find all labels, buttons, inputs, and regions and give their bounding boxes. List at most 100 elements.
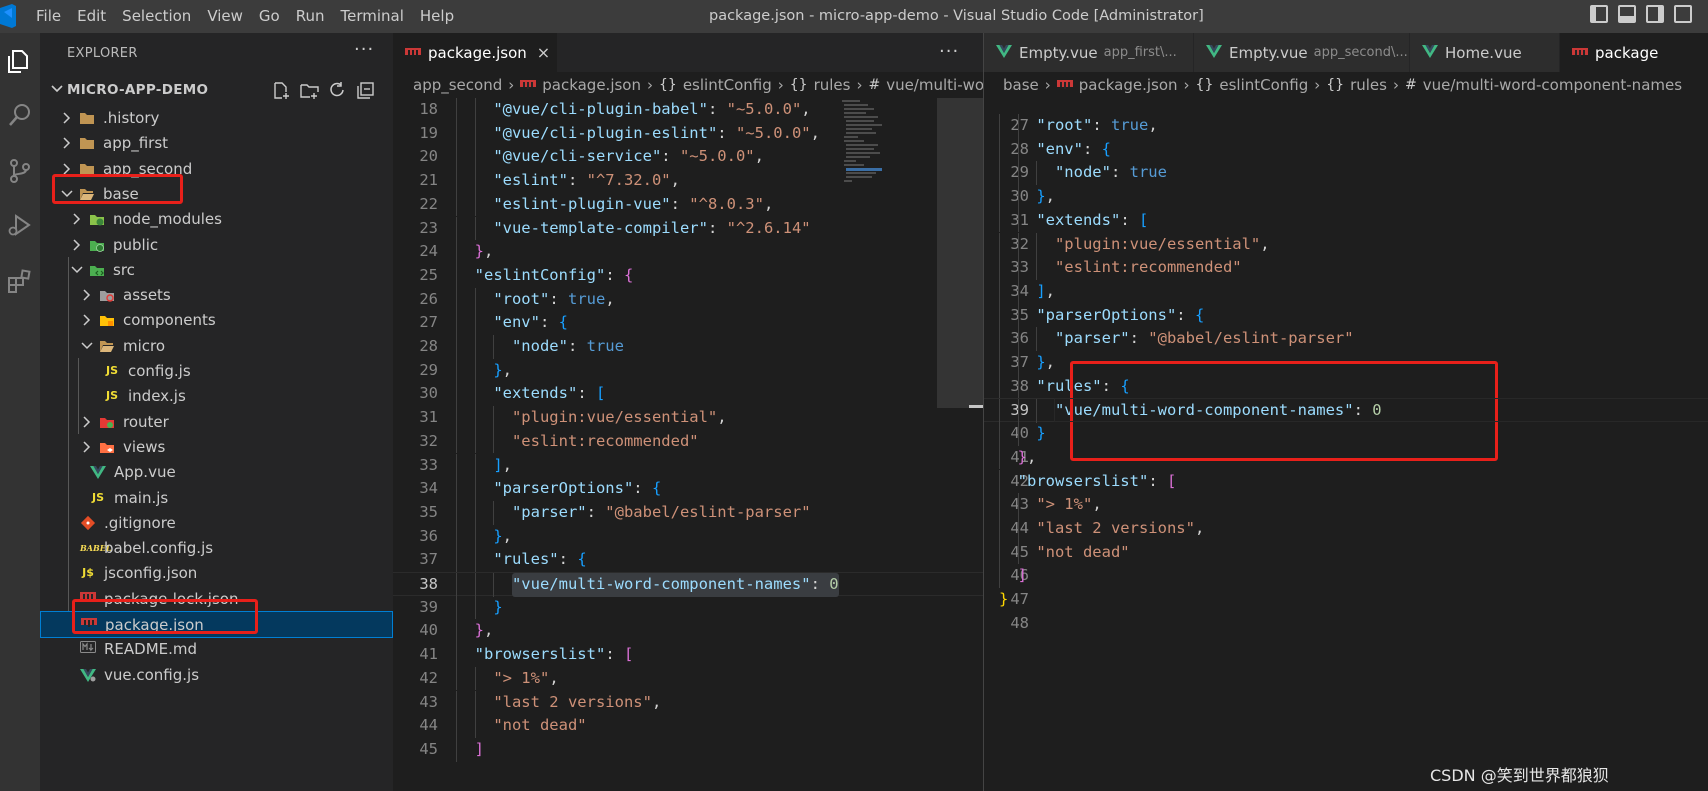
run-debug-icon[interactable]	[0, 205, 40, 245]
breadcrumb-item[interactable]: {} rules	[790, 76, 851, 94]
code-line[interactable]: 27 "root": true,	[984, 114, 1708, 138]
tree-file[interactable]: App.vue	[40, 459, 393, 486]
tree-file[interactable]: JS index.js	[40, 383, 393, 410]
breadcrumb-item[interactable]: package.json	[1056, 76, 1178, 94]
workspace-root[interactable]: MICRO-APP-DEMO	[40, 78, 393, 104]
tab-package-json[interactable]: package.json ×	[393, 33, 557, 72]
breadcrumb-item[interactable]: # vue/multi-word-component-names	[1405, 76, 1682, 94]
code-line[interactable]: 42 "browserslist": [	[984, 469, 1708, 494]
tab-empty-vue[interactable]: Empty.vue app_first\...	[984, 33, 1194, 72]
code-line[interactable]: 40}	[984, 422, 1708, 446]
tree-folder[interactable]: app_first	[40, 130, 393, 157]
code-editor-right[interactable]: 27 "root": true, 28 "env": {29 "node": true 3…	[984, 114, 1708, 791]
code-line[interactable]: 29 "node": true	[984, 161, 1708, 186]
breadcrumb-item[interactable]: # vue/multi-wo	[868, 76, 983, 94]
new-folder-icon[interactable]	[300, 81, 319, 100]
menu-help[interactable]: Help	[412, 0, 462, 33]
tab-home-vue[interactable]: Home.vue	[1410, 33, 1560, 72]
tree-file[interactable]: README.md	[40, 636, 393, 663]
breadcrumb-item[interactable]: package.json	[520, 76, 641, 94]
tree-file[interactable]: package-lock.json	[40, 586, 393, 613]
tree-file[interactable]: package.json	[40, 611, 393, 638]
code-line[interactable]: 48	[984, 612, 1708, 636]
source-control-icon[interactable]	[0, 151, 40, 191]
tree-file[interactable]: vue.config.js	[40, 662, 393, 689]
chevron-right-icon[interactable]	[80, 415, 94, 429]
chevron-right-icon[interactable]	[60, 136, 74, 150]
code-line[interactable]: 43 "> 1%",	[984, 493, 1708, 517]
tree-folder[interactable]: micro	[40, 333, 393, 360]
tree-file[interactable]: JS config.js	[40, 358, 393, 385]
toggle-secondary-sidebar-icon[interactable]	[1646, 5, 1664, 23]
extensions-icon[interactable]	[0, 261, 40, 301]
tree-file[interactable]: .gitignore	[40, 510, 393, 537]
menu-selection[interactable]: Selection	[114, 0, 199, 33]
tree-folder[interactable]: public	[40, 232, 393, 259]
toggle-panel-icon[interactable]	[1618, 5, 1636, 23]
code-line[interactable]: 30},	[984, 185, 1708, 209]
menu-run[interactable]: Run	[288, 0, 333, 33]
code-line[interactable]: 39 "vue/multi-word-component-names": 0	[984, 398, 1708, 424]
collapse-all-icon[interactable]	[356, 81, 375, 100]
chevron-right-icon[interactable]	[80, 313, 94, 327]
toggle-sidebar-icon[interactable]	[1590, 5, 1608, 23]
customize-layout-icon[interactable]	[1674, 5, 1692, 23]
chevron-right-icon[interactable]	[70, 212, 84, 226]
code-line[interactable]: 32 "plugin:vue/essential",	[984, 232, 1708, 257]
menu-file[interactable]: File	[36, 0, 69, 33]
tree-folder[interactable]: views	[40, 434, 393, 461]
breadcrumb-item[interactable]: app_second	[413, 76, 502, 94]
code-line[interactable]: 36 "parser": "@babel/eslint-parser"	[984, 327, 1708, 351]
chevron-right-icon[interactable]	[80, 288, 94, 302]
breadcrumb-item[interactable]: base	[1003, 76, 1039, 94]
chevron-right-icon[interactable]	[80, 440, 94, 454]
chevron-down-icon[interactable]	[60, 187, 74, 201]
tree-file[interactable]: BABEL babel.config.js	[40, 535, 393, 562]
breadcrumb-item[interactable]: {} eslintConfig	[659, 76, 772, 94]
chevron-right-icon[interactable]	[60, 111, 74, 125]
explorer-icon[interactable]	[0, 41, 40, 81]
code-line[interactable]: 31 "extends": [	[984, 208, 1708, 233]
tab-package[interactable]: package	[1560, 33, 1708, 72]
explorer-more-actions-icon[interactable]: ···	[354, 39, 374, 60]
menu-go[interactable]: Go	[251, 0, 288, 33]
refresh-icon[interactable]	[328, 81, 347, 100]
breadcrumb-item[interactable]: {} eslintConfig	[1196, 76, 1309, 94]
code-line[interactable]: 46]	[984, 564, 1708, 588]
new-file-icon[interactable]	[272, 81, 291, 100]
search-icon[interactable]	[0, 95, 40, 135]
tree-folder[interactable]: .history	[40, 105, 393, 132]
tree-folder[interactable]: router	[40, 409, 393, 436]
vertical-scrollbar[interactable]	[937, 98, 983, 408]
tree-folder[interactable]: app_second	[40, 156, 393, 183]
tree-file[interactable]: J$ jsconfig.json	[40, 560, 393, 587]
tree-folder[interactable]: assets	[40, 282, 393, 309]
code-line[interactable]: 41},	[984, 445, 1708, 470]
tree-file[interactable]: JS main.js	[40, 485, 393, 512]
menu-view[interactable]: View	[199, 0, 251, 33]
tree-folder[interactable]: src	[40, 257, 393, 284]
code-line[interactable]: 44 "last 2 versions",	[984, 516, 1708, 541]
chevron-down-icon[interactable]	[70, 263, 84, 277]
code-line[interactable]: 38 "rules": {	[984, 374, 1708, 399]
tree-folder[interactable]: components	[40, 307, 393, 334]
chevron-right-icon[interactable]	[70, 238, 84, 252]
code-line[interactable]: 35 "parserOptions": {	[984, 303, 1708, 328]
editor-more-actions-icon[interactable]: ···	[939, 41, 959, 62]
code-line[interactable]: 45 "not dead"	[984, 540, 1708, 565]
menu-terminal[interactable]: Terminal	[333, 0, 412, 33]
breadcrumb-item[interactable]: {} rules	[1326, 76, 1387, 94]
minimap[interactable]	[840, 98, 935, 791]
chevron-down-icon[interactable]	[80, 339, 94, 353]
code-line[interactable]: 47}	[984, 588, 1708, 612]
tree-folder[interactable]: node_modules	[40, 206, 393, 233]
code-line[interactable]: 34],	[984, 279, 1708, 304]
tab-empty-vue[interactable]: Empty.vue app_second\...	[1194, 33, 1410, 72]
tree-folder[interactable]: base	[40, 181, 393, 208]
close-icon[interactable]: ×	[537, 43, 550, 62]
menu-edit[interactable]: Edit	[69, 0, 114, 33]
code-line[interactable]: 28 "env": {	[984, 137, 1708, 162]
code-line[interactable]: 37},	[984, 351, 1708, 375]
chevron-right-icon[interactable]	[60, 162, 74, 176]
code-line[interactable]: 33 "eslint:recommended"	[984, 256, 1708, 280]
